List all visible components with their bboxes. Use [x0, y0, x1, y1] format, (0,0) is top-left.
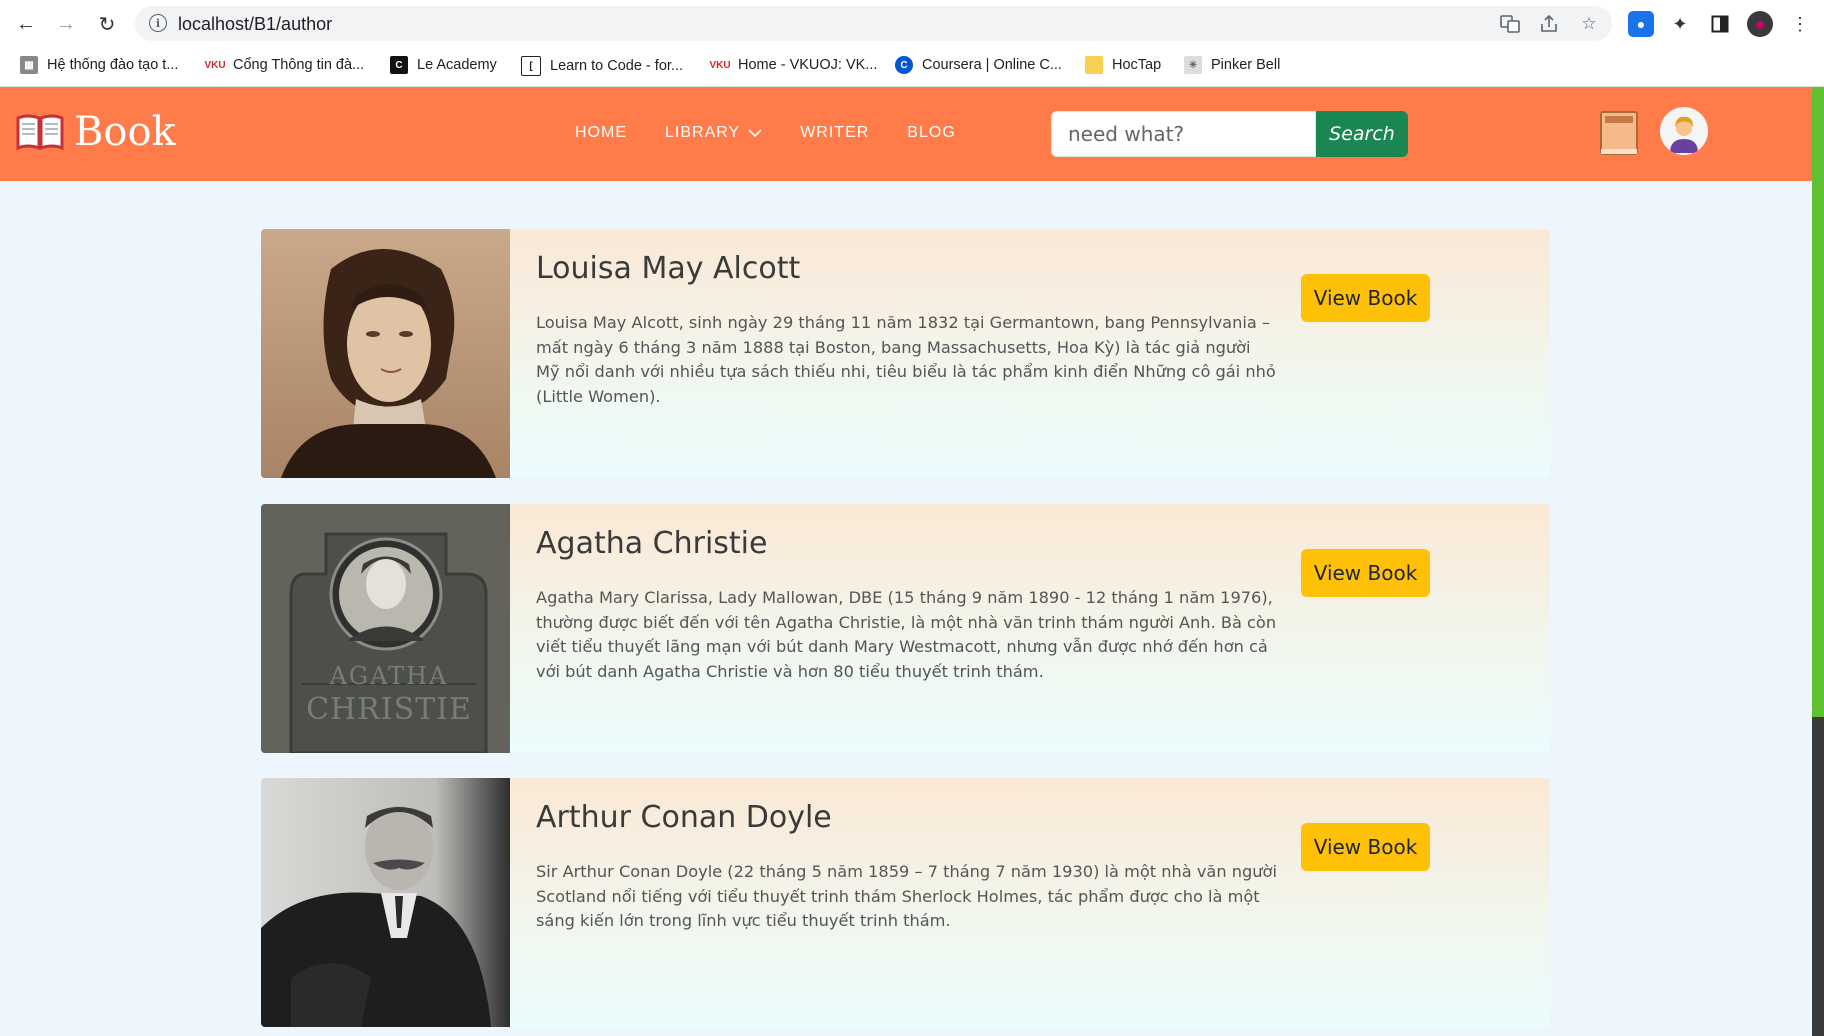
site-logo[interactable]: Book: [16, 109, 176, 155]
bookmark-label: Pinker Bell: [1211, 57, 1281, 73]
nav-home[interactable]: HOME: [575, 124, 627, 142]
bookmark-label: Le Academy: [417, 57, 497, 73]
translate-icon[interactable]: [1499, 13, 1521, 35]
view-book-button[interactable]: View Book: [1301, 823, 1430, 871]
vku-icon: VKU: [204, 59, 226, 71]
scrollbar-thumb[interactable]: [1812, 717, 1824, 1036]
share-icon[interactable]: [1538, 13, 1560, 35]
main-nav: HOME LIBRARY WRITER BLOG: [575, 124, 956, 142]
svg-text:AGATHA: AGATHA: [329, 662, 449, 690]
folder-icon: [1085, 56, 1103, 74]
nav-blog[interactable]: BLOG: [907, 124, 955, 142]
bookmark-item[interactable]: VKU Cổng Thông tin đà...: [204, 56, 365, 74]
author-name: Agatha Christie: [536, 526, 768, 561]
bookmark-star-icon[interactable]: ☆: [1578, 13, 1600, 35]
address-url[interactable]: localhost/B1/author: [178, 14, 332, 35]
author-portrait: AGATHA CHRISTIE: [261, 504, 510, 753]
site-header: Book HOME LIBRARY WRITER BLOG Search: [0, 87, 1812, 181]
search-box: [1051, 111, 1316, 157]
search-button[interactable]: Search: [1316, 111, 1408, 157]
menu-kebab-icon[interactable]: ⋮: [1787, 11, 1813, 37]
author-bio: Sir Arthur Conan Doyle (22 tháng 5 năm 1…: [536, 862, 1277, 930]
bookmark-item[interactable]: ▦ Hệ thống đào tạo t...: [20, 56, 178, 74]
author-portrait: [261, 229, 510, 478]
author-bio: Louisa May Alcott, sinh ngày 29 tháng 11…: [536, 313, 1276, 406]
author-card: AGATHA CHRISTIE Agatha Christie Agatha M…: [261, 504, 1550, 753]
author-card: Louisa May Alcott Louisa May Alcott, sin…: [261, 229, 1550, 478]
scrollbar-track: [1812, 87, 1824, 717]
view-book-button[interactable]: View Book: [1301, 549, 1430, 597]
reload-icon[interactable]: ↻: [93, 10, 121, 38]
address-bar[interactable]: i localhost/B1/author ☆: [135, 6, 1612, 41]
bookmark-label: HocTap: [1112, 57, 1162, 73]
bookmarks-bar: ▦ Hệ thống đào tạo t... VKU Cổng Thông t…: [0, 47, 1824, 87]
bookmark-label: Home - VKUOJ: VK...: [738, 57, 878, 73]
page-scrollbar[interactable]: [1812, 87, 1824, 1036]
le-academy-icon: C: [390, 56, 408, 74]
nav-writer[interactable]: WRITER: [800, 124, 869, 142]
search-input[interactable]: [1066, 112, 1300, 156]
chevron-down-icon: [748, 128, 762, 137]
svg-text:CHRISTIE: CHRISTIE: [306, 692, 472, 727]
author-portrait: [261, 778, 510, 1027]
book-icon[interactable]: [1600, 111, 1638, 155]
user-avatar[interactable]: [1660, 107, 1708, 155]
bookmark-label: Learn to Code - for...: [550, 58, 683, 74]
bookmark-item[interactable]: HocTap: [1085, 56, 1161, 74]
bookmark-item[interactable]: VKU Home - VKUOJ: VK...: [709, 56, 878, 74]
author-card: Arthur Conan Doyle Sir Arthur Conan Doyl…: [261, 778, 1550, 1027]
back-arrow-icon[interactable]: ←: [12, 10, 40, 38]
open-book-icon: [16, 114, 64, 151]
profile-avatar-icon[interactable]: ●: [1747, 11, 1773, 37]
coursera-icon: C: [895, 56, 913, 74]
user-icon: [1660, 107, 1708, 155]
side-panel-icon[interactable]: [1707, 11, 1733, 37]
bookmark-item[interactable]: C Coursera | Online C...: [895, 56, 1062, 74]
training-system-icon: ▦: [20, 56, 38, 74]
bookmark-item[interactable]: C Le Academy: [390, 56, 497, 74]
puzzle-extensions-icon[interactable]: ✦: [1667, 11, 1693, 37]
bookmark-item[interactable]: [ Learn to Code - for...: [521, 56, 683, 76]
vku-icon: VKU: [709, 59, 731, 71]
bookmark-label: Hệ thống đào tạo t...: [47, 57, 179, 73]
site-info-icon[interactable]: i: [149, 14, 167, 32]
freecodecamp-icon: [: [521, 56, 541, 76]
browser-toolbar: ← → ↻ i localhost/B1/author ☆ ● ✦ ● ⋮: [0, 0, 1824, 47]
pinker-bell-icon: ☀: [1184, 56, 1202, 74]
logo-text: Book: [74, 109, 176, 155]
forward-arrow-icon[interactable]: →: [52, 10, 80, 38]
bookmark-label: Coursera | Online C...: [922, 57, 1062, 73]
nav-library[interactable]: LIBRARY: [665, 124, 762, 142]
nav-library-label: LIBRARY: [665, 124, 741, 141]
author-name: Arthur Conan Doyle: [536, 800, 832, 835]
author-name: Louisa May Alcott: [536, 251, 801, 286]
bookmark-item[interactable]: ☀ Pinker Bell: [1184, 56, 1280, 74]
bookmark-label: Cổng Thông tin đà...: [233, 57, 365, 73]
droplet-extension-icon[interactable]: ●: [1628, 11, 1654, 37]
author-bio: Agatha Mary Clarissa, Lady Mallowan, DBE…: [536, 588, 1277, 681]
view-book-button[interactable]: View Book: [1301, 274, 1430, 322]
